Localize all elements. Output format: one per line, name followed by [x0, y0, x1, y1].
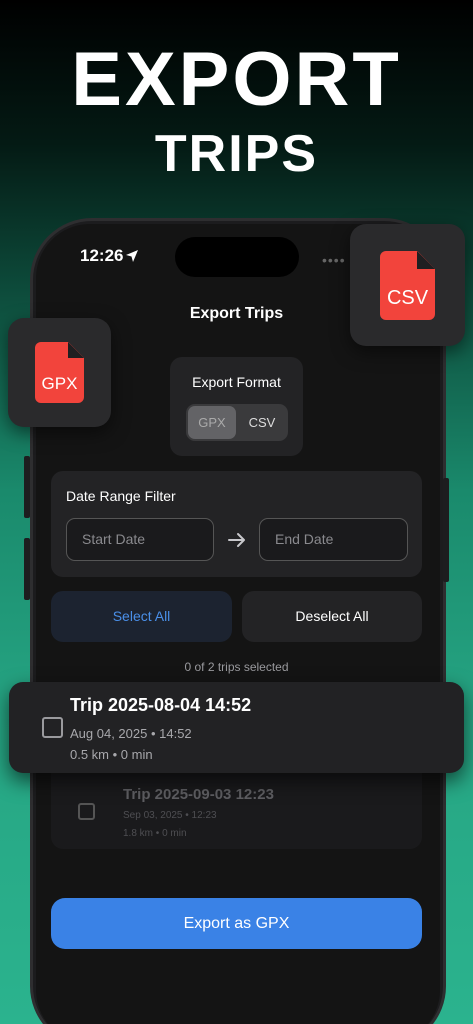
- csv-file-badge: CSV: [350, 224, 465, 346]
- arrow-right-icon: [228, 533, 245, 547]
- trip-checkbox[interactable]: [78, 803, 95, 820]
- location-arrow-icon: [126, 250, 138, 262]
- date-range-title: Date Range Filter: [66, 488, 176, 504]
- export-format-title: Export Format: [192, 374, 281, 390]
- file-fold-icon: [417, 251, 435, 269]
- format-segmented-control: GPX CSV: [186, 404, 288, 441]
- status-dots-icon: ••••: [322, 252, 346, 268]
- start-date-field[interactable]: Start Date: [66, 518, 214, 561]
- trip-row[interactable]: Trip 2025-09-03 12:23 Sep 03, 2025 • 12:…: [51, 773, 422, 849]
- trip-date: Aug 04, 2025 • 14:52: [70, 726, 192, 741]
- status-time: 12:26: [80, 246, 124, 265]
- trip-row[interactable]: Trip 2025-08-04 14:52 Aug 04, 2025 • 14:…: [9, 682, 464, 773]
- trip-date: Sep 03, 2025 • 12:23: [123, 810, 217, 821]
- selection-count: 0 of 2 trips selected: [184, 660, 289, 674]
- export-format-card: Export Format GPX CSV: [170, 357, 303, 456]
- file-fold-icon: [68, 342, 84, 358]
- hero-subtitle: TRIPS: [154, 125, 319, 183]
- csv-file-label: CSV: [386, 287, 429, 309]
- dynamic-island: [175, 237, 299, 277]
- end-date-field[interactable]: End Date: [259, 518, 408, 561]
- trip-stats: 1.8 km • 0 min: [123, 828, 187, 839]
- gpx-file-badge: GPX: [8, 318, 111, 427]
- deselect-all-button[interactable]: Deselect All: [242, 591, 422, 642]
- trip-checkbox[interactable]: [42, 717, 63, 738]
- format-option-csv[interactable]: CSV: [238, 406, 286, 439]
- phone-side-button: [24, 456, 30, 518]
- select-all-button[interactable]: Select All: [51, 591, 232, 642]
- format-option-gpx[interactable]: GPX: [188, 406, 236, 439]
- trip-title: Trip 2025-09-03 12:23: [123, 786, 274, 803]
- gpx-file-label: GPX: [41, 374, 78, 393]
- phone-side-button: [24, 538, 30, 600]
- trip-title: Trip 2025-08-04 14:52: [70, 695, 252, 715]
- trip-stats: 0.5 km • 0 min: [70, 747, 153, 762]
- phone-power-button: [443, 478, 449, 582]
- hero-title: EXPORT: [71, 37, 402, 122]
- export-button[interactable]: Export as GPX: [51, 898, 422, 949]
- date-range-card: Date Range Filter Start Date End Date: [51, 471, 422, 577]
